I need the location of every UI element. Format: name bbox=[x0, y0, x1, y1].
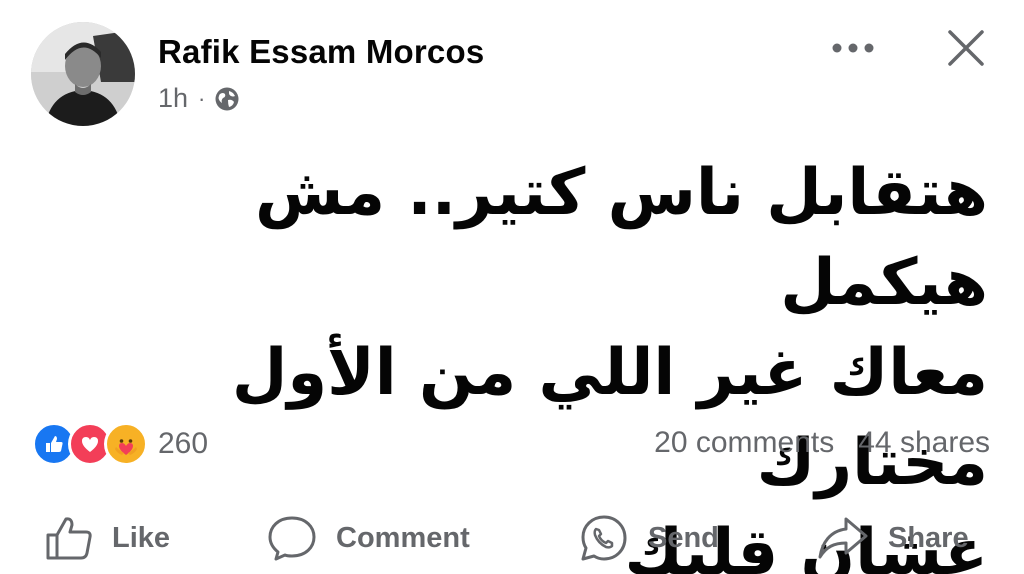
comment-button[interactable]: Comment bbox=[266, 505, 470, 571]
meta-separator: · bbox=[198, 85, 206, 111]
shares-count[interactable]: 44 shares bbox=[858, 426, 990, 460]
more-options-button[interactable] bbox=[827, 30, 879, 66]
send-button[interactable]: Send bbox=[578, 505, 719, 571]
close-icon bbox=[948, 30, 984, 66]
close-button[interactable] bbox=[940, 22, 992, 74]
share-label: Share bbox=[888, 521, 969, 554]
like-icon bbox=[46, 517, 92, 560]
reaction-count: 260 bbox=[158, 427, 209, 460]
reactions-summary[interactable]: 260 bbox=[32, 422, 208, 466]
share-icon bbox=[818, 517, 868, 559]
care-reaction-icon bbox=[104, 422, 148, 466]
more-horizontal-icon bbox=[832, 43, 874, 53]
comment-icon bbox=[268, 516, 316, 561]
like-button[interactable]: Like bbox=[44, 505, 170, 571]
author-name[interactable]: Rafik Essam Morcos bbox=[158, 33, 484, 71]
comments-count[interactable]: 20 comments bbox=[654, 426, 834, 460]
share-button[interactable]: Share bbox=[816, 505, 969, 571]
send-label: Send bbox=[648, 521, 719, 554]
post-meta: 1h · bbox=[158, 83, 240, 114]
avatar[interactable] bbox=[31, 22, 135, 126]
post-card: Rafik Essam Morcos 1h · هتقابل ناس كتير.… bbox=[0, 0, 1024, 574]
post-time[interactable]: 1h bbox=[158, 83, 188, 114]
engagement-stats: 20 comments 44 shares bbox=[654, 426, 990, 460]
like-label: Like bbox=[112, 521, 171, 554]
comment-label: Comment bbox=[336, 521, 470, 554]
globe-icon[interactable] bbox=[214, 86, 240, 112]
action-bar: Like Comment Send Share bbox=[0, 505, 1024, 571]
whatsapp-icon bbox=[581, 515, 627, 561]
